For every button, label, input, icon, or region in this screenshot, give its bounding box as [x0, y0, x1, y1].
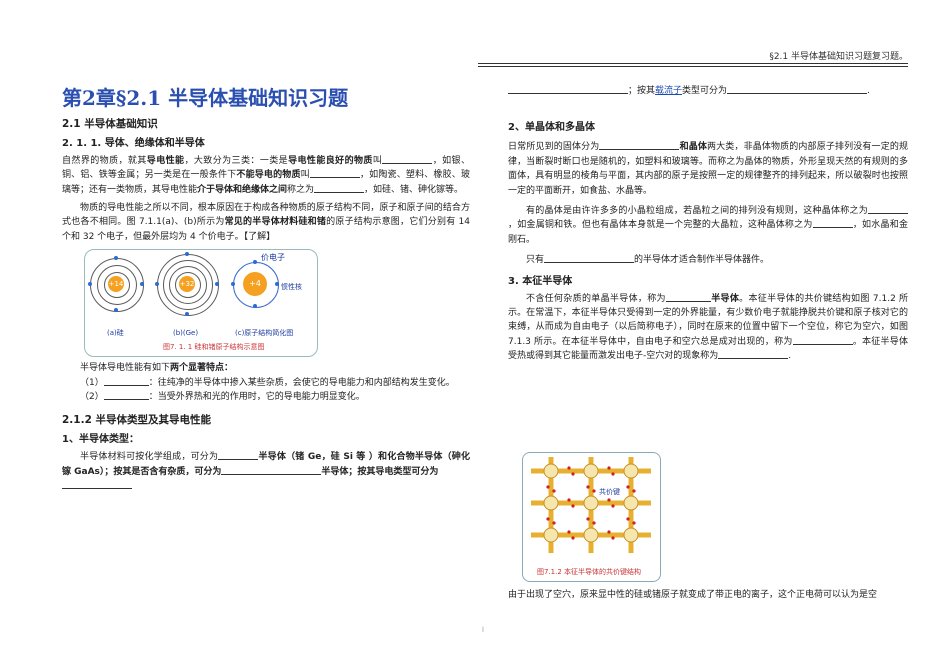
paragraph-conductors: 自然界的物质，就其导电性能，大致分为三类：一类是导电性能良好的物质叫 ，如银、铜、…	[62, 154, 470, 195]
fill-blank[interactable]	[382, 154, 433, 164]
left-column: 2.1 半导体基础知识 2. 1. 1. 导体、绝缘体和半导体 自然界的物质，就…	[62, 113, 470, 493]
fill-blank[interactable]	[718, 349, 789, 360]
figure-caption: 图7. 1. 1 硅和锗原子结构示意图	[163, 343, 265, 352]
page-mark: l	[482, 626, 484, 634]
paragraph-intrinsic: 不含任何杂质的单晶半导体，称为 半导体。本征半导体的共价键结构如图 7.1.2 所…	[508, 292, 908, 362]
inertia-core-label: 惯性核	[281, 283, 302, 292]
fill-blank[interactable]	[665, 292, 711, 302]
figure-covalent-lattice: 共价键 图7.1.2 本征半导体的共价键结构	[522, 452, 661, 582]
figure-label-c: (c)原子结构简化图	[235, 329, 294, 338]
fill-blank[interactable]	[868, 204, 908, 214]
subsection-types: 1、半导体类型：	[62, 434, 139, 446]
paragraph-hole: 由于出现了空穴，原来显中性的硅或锗原子就变成了带正电的离子，这个正电荷可以认为是…	[508, 590, 878, 600]
covalent-bond-label: 共价键	[599, 488, 620, 496]
inertia-core: +4	[243, 272, 267, 297]
paragraph-carrier: ；按其载流子类型可分为.	[508, 84, 908, 98]
paragraph-polycrystal: 有的晶体是由许许多多的小晶粒组成，若晶粒之间的排列没有规则，这种晶体称之为，如金…	[508, 204, 908, 245]
feature-2: （2） ：当受外界热和光的作用时，它的导电能力明显变化。	[80, 390, 365, 402]
section-2-1: 2.1 半导体基础知识	[62, 118, 158, 130]
figure-label-b: (b)(Ge)	[173, 329, 199, 338]
header-rule-2	[478, 66, 908, 67]
running-header: §2.1 半导体基础知识习题复习题。	[769, 52, 908, 62]
right-column-bottom: 由于出现了空穴，原来显中性的硅或锗原子就变成了带正电的离子，这个正电荷可以认为是…	[508, 588, 908, 602]
fill-blank[interactable]	[792, 335, 853, 345]
lattice-diagram	[531, 457, 651, 553]
carrier-link[interactable]: 载流子	[655, 86, 682, 96]
paragraph-only: 只有 的半导体才适合制作半导体器件。	[526, 253, 770, 266]
fill-blank[interactable]	[62, 479, 132, 489]
figure-atom-structure: +14 (a)硅 +32 (b)(Ge) +4 价电子 惯性核 (c)原子结构简…	[84, 249, 318, 358]
paragraph-crystal: 日常所见到的固体分为 和晶体两大类，非晶体物质的内部原子排列没有一定的规律，当断裂…	[508, 140, 908, 196]
fill-blank[interactable]	[103, 390, 149, 400]
fill-blank[interactable]	[727, 84, 868, 94]
section-2-1-2: 2.1.2 半导体类型及其导电性能	[62, 414, 212, 427]
page-title: 第2章§2.1 半导体基础知识习题	[62, 86, 349, 110]
header-rule	[478, 63, 908, 64]
fill-blank[interactable]	[812, 218, 853, 229]
valence-electron-label: 价电子	[261, 253, 285, 263]
figure-label-a: (a)硅	[107, 329, 124, 338]
subsection-intrinsic: 3. 本征半导体	[508, 275, 573, 287]
fill-blank[interactable]	[221, 465, 322, 475]
figure-caption-2: 图7.1.2 本征半导体的共价键结构	[537, 568, 642, 576]
paragraph-atomic-structure: 物质的导电性能之所以不同，根本原因在于构成各种物质的原子结构不同，原子和原子间的…	[62, 202, 470, 242]
fill-blank[interactable]	[309, 168, 360, 179]
subsection-crystal: 2、单晶体和多晶体	[508, 122, 595, 134]
fill-blank[interactable]	[103, 376, 149, 386]
paragraph-features: 半导体导电性能有如下两个显著特点：	[80, 363, 234, 374]
right-column: ；按其载流子类型可分为. 2、单晶体和多晶体 日常所见到的固体分为 和晶体两大类，…	[508, 84, 908, 363]
fill-blank[interactable]	[599, 140, 680, 151]
section-2-1-1: 2. 1. 1. 导体、绝缘体和半导体	[62, 137, 205, 149]
fill-blank[interactable]	[218, 450, 259, 461]
fill-blank[interactable]	[544, 253, 635, 264]
feature-1: （1） ：往纯净的半导体中掺入某些杂质，会使它的导电能力和内部结构发生变化。	[80, 376, 455, 388]
fill-blank[interactable]	[508, 84, 628, 94]
fill-blank[interactable]	[314, 183, 365, 193]
paragraph-types: 半导体材料可按化学组成，可分为 半导体（锗 Ge，硅 Si 等 ）和化合物半导体（…	[62, 450, 470, 493]
